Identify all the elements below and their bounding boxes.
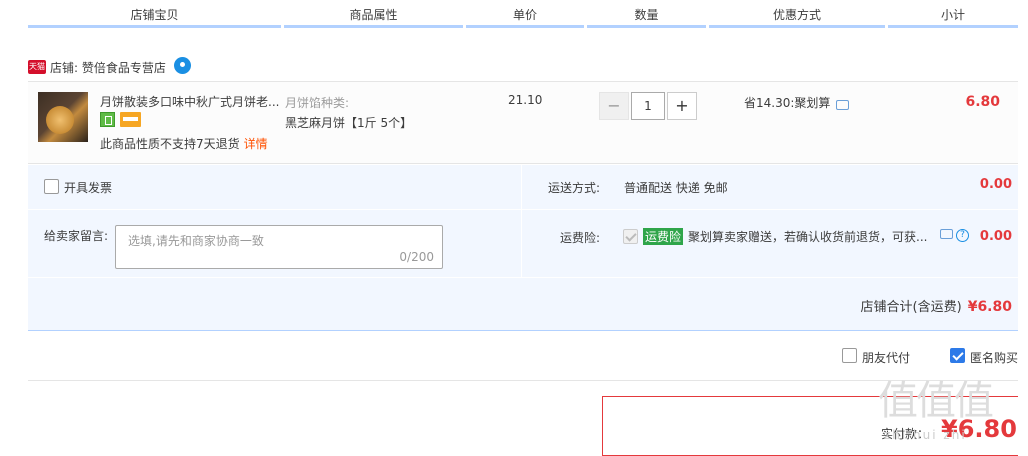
invoice-checkbox[interactable] [44, 179, 59, 194]
shipping-amount: 0.00 [979, 177, 1012, 192]
discount-info: 省14.30:聚划算 [744, 94, 850, 111]
insurance-text: 聚划算卖家赠送，若确认收货前退货，可获... [688, 230, 928, 244]
friend-pay-checkbox[interactable] [842, 348, 857, 363]
product-attributes: 月饼馅种类: 黑芝麻月饼【1斤 5个】 [285, 93, 475, 133]
quantity-decrease-button[interactable]: − [599, 92, 629, 120]
divider [28, 277, 1018, 278]
shop-total: 店铺合计(含运费) ¥6.80 [861, 296, 1012, 315]
comment-icon[interactable] [836, 99, 850, 110]
friend-pay-label[interactable]: 朋友代付 [862, 349, 910, 366]
divider [28, 380, 1018, 381]
comment-icon[interactable] [940, 229, 953, 239]
insurance-label: 运费险: [560, 231, 601, 245]
shipping-method: 普通配送 快递 免邮 [624, 181, 728, 195]
help-icon[interactable]: ? [956, 229, 969, 242]
return-policy-text: 此商品性质不支持7天退货 [100, 137, 240, 151]
unit-price: 21.10 [508, 93, 543, 107]
divider [521, 165, 522, 277]
quantity-increase-button[interactable]: + [667, 92, 697, 120]
product-title[interactable]: 月饼散装多口味中秋广式月饼老... [100, 93, 280, 110]
insurance-tag: 运费险 [643, 228, 684, 245]
shop-total-value: ¥6.80 [967, 299, 1012, 315]
attr-value: 黑芝麻月饼【1斤 5个】 [285, 116, 413, 130]
watermark-subtext: zhi hui zhi [884, 428, 967, 442]
table-header: 店铺宝贝 商品属性 单价 数量 优惠方式 小计 [28, 0, 1018, 30]
column-header-discount: 优惠方式 [709, 0, 885, 28]
item-subtotal: 6.80 [965, 94, 1000, 110]
anonymous-checkbox[interactable] [950, 348, 965, 363]
detail-link[interactable]: 详情 [244, 137, 268, 151]
message-placeholder: 选填,请先和商家协商一致 [128, 234, 264, 248]
insurance-amount: 0.00 [979, 229, 1012, 244]
column-header-subtotal: 小计 [888, 0, 1018, 28]
quantity-stepper: − 1 + [599, 92, 697, 120]
seller-message-input[interactable]: 选填,请先和商家协商一致 0/200 [115, 225, 443, 269]
insurance-info: 运费险 聚划算卖家赠送，若确认收货前退货，可获... [643, 228, 927, 245]
shop-total-label: 店铺合计(含运费) [860, 300, 962, 315]
divider [28, 209, 1018, 210]
guarantee-badge-icon[interactable] [100, 112, 115, 127]
column-header-attr: 商品属性 [284, 0, 463, 28]
quantity-input[interactable]: 1 [631, 92, 665, 120]
cart-item-row: 月饼散装多口味中秋广式月饼老... 此商品性质不支持7天退货 详情 月饼馅种类: … [28, 81, 1018, 164]
wangwang-chat-icon[interactable] [173, 56, 191, 74]
product-thumbnail[interactable] [38, 92, 88, 142]
credit-card-badge-icon[interactable] [120, 112, 141, 127]
attr-label: 月饼馅种类: [285, 96, 350, 110]
insurance-checkbox [623, 229, 638, 244]
shipping-label: 运送方式: [548, 181, 601, 195]
message-label: 给卖家留言: [44, 229, 109, 243]
order-options: 开具发票 运送方式: 普通配送 快递 免邮 0.00 给卖家留言: 选填,请先和… [28, 165, 1018, 331]
watermark-logo: 值值值 [878, 378, 994, 424]
column-header-item: 店铺宝贝 [28, 0, 281, 28]
anonymous-label[interactable]: 匿名购买 [970, 349, 1018, 366]
message-char-count: 0/200 [399, 250, 434, 264]
invoice-label[interactable]: 开具发票 [64, 179, 112, 196]
shop-name[interactable]: 店铺: 赞倍食品专营店 [50, 59, 166, 76]
return-policy-note: 此商品性质不支持7天退货 详情 [100, 135, 268, 152]
tmall-icon: 天猫 [28, 60, 46, 74]
column-header-qty: 数量 [587, 0, 706, 28]
discount-text: 省14.30:聚划算 [744, 96, 831, 110]
column-header-price: 单价 [466, 0, 584, 28]
shop-line: 天猫 店铺: 赞倍食品专营店 [28, 56, 191, 77]
